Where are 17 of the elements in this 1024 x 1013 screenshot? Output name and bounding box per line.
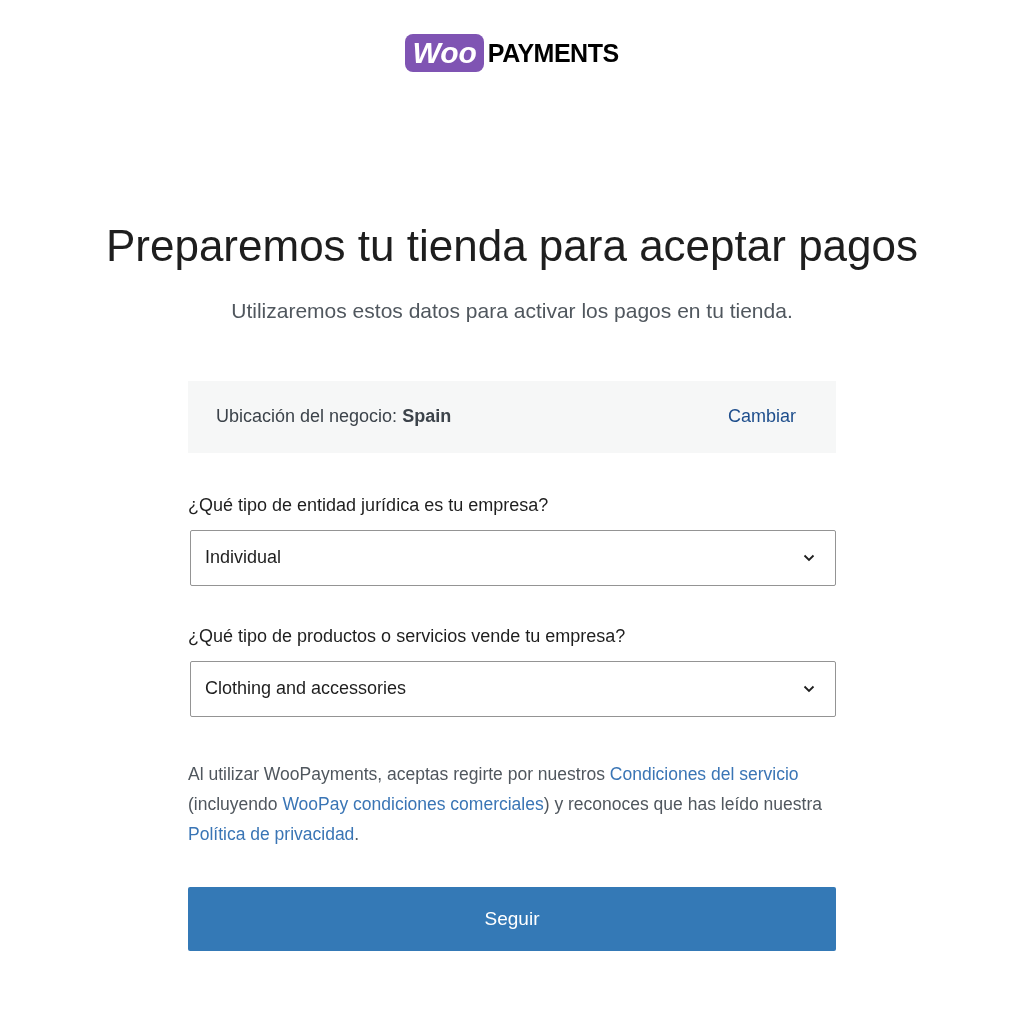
change-link[interactable]: Cambiar: [727, 406, 796, 428]
field-label: ¿Qué tipo de productos o servicios vende tu empresa?: [188, 625, 627, 647]
continue-button[interactable]: Seguir: [188, 886, 836, 951]
terms-link[interactable]: Política de privacidad: [188, 823, 355, 844]
field-label: ¿Qué tipo de entidad jurídica es tu empresa?: [188, 494, 550, 516]
location-text: Ubicación del negocio: Spain: [216, 406, 452, 428]
logo-badge: Woo: [405, 34, 484, 72]
terms-text: Al utilizar WooPayments, aceptas regirte por nuestros Condiciones del servicio (incluyendo WooPay condiciones comerciales) y reconoces que has leído nuestra Política de privacidad.: [188, 762, 823, 846]
terms-link[interactable]: WooPay condiciones comerciales: [282, 793, 544, 814]
select-field[interactable]: Clothing and accessories: [190, 660, 836, 717]
logo-text: PAYMENTS: [487, 38, 619, 68]
terms-link[interactable]: Condiciones del servicio: [609, 763, 799, 784]
select-field[interactable]: Individual: [190, 529, 836, 586]
page-subtitle: Utilizaremos estos datos para activar los pagos en tu tienda.: [231, 298, 793, 323]
chevron-down-icon: [803, 684, 815, 693]
page-title: Preparemos tu tienda para aceptar pagos: [105, 220, 919, 272]
chevron-down-icon: [803, 553, 815, 562]
